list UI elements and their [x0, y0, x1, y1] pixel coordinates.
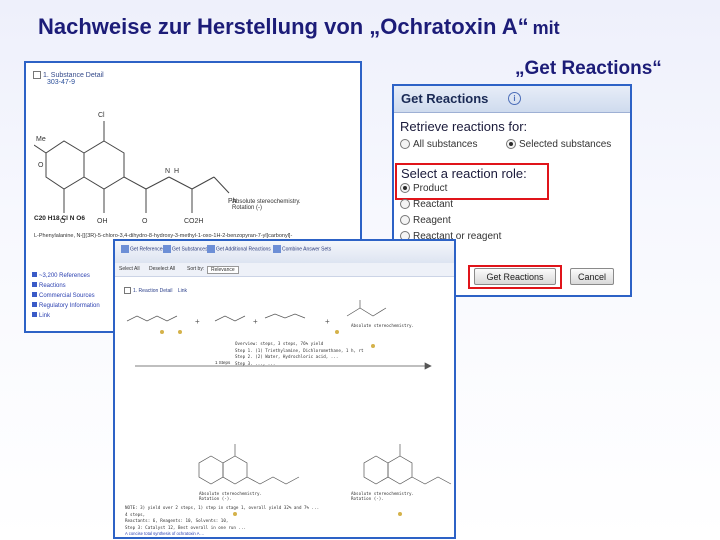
- substance-rotation-label: Rotation (-): [232, 205, 263, 211]
- atom-me: Me: [36, 136, 46, 143]
- cancel-button[interactable]: Cancel: [570, 268, 614, 285]
- atom-h: H: [174, 168, 179, 175]
- substance-heading-text[interactable]: 1. Substance Detail: [43, 72, 104, 79]
- get-substances-button[interactable]: Get Substances: [163, 245, 208, 253]
- radio-reagent-button[interactable]: [400, 215, 410, 226]
- substance-links: ~3,200 References Reactions Commercial S…: [32, 269, 100, 319]
- reaction-note: NOTE: 3) yield over 2 steps, 1) step in …: [125, 505, 445, 531]
- additional-reactions-icon: [207, 245, 215, 253]
- info-icon[interactable]: i: [508, 92, 521, 105]
- reaction-reference: A concise total synthesis of ochratoxin …: [125, 531, 204, 537]
- slide-subtitle: „Get Reactions“: [515, 58, 662, 79]
- reactions-icon: [32, 282, 37, 287]
- get-substances-label: Get Substances: [172, 246, 208, 253]
- regulatory-information-link[interactable]: Regulatory Information: [32, 302, 100, 309]
- sort-select[interactable]: Relevance: [207, 266, 239, 274]
- get-references-button[interactable]: Get References: [121, 245, 165, 253]
- reaction-detail-link[interactable]: Link: [178, 288, 187, 294]
- reaction-filter-bar: Select All Deselect All Sort by: Relevan…: [115, 263, 454, 277]
- ochratoxin-structure-image: Cl Me O O OH O N H CO2H Ph: [34, 112, 237, 225]
- regulatory-information-link-label: Regulatory Information: [39, 303, 100, 309]
- link-icon: [32, 312, 37, 317]
- atom-oh: OH: [97, 218, 108, 225]
- combine-answer-sets-label: Combine Answer Sets: [282, 246, 332, 253]
- get-additional-reactions-button[interactable]: Get Additional Reactions: [207, 245, 271, 253]
- commercial-sources-link-label: Commercial Sources: [39, 293, 95, 299]
- substance-stereo: Absolute stereochemistry. Rotation (-): [232, 199, 301, 211]
- reactant-marker-icon: [160, 330, 164, 334]
- retrieve-label: Retrieve reactions for:: [400, 119, 528, 134]
- rotation-bottom-right-label: Rotation (-).: [351, 496, 384, 501]
- plus-sign: +: [253, 317, 258, 326]
- get-additional-reactions-label: Get Additional Reactions: [216, 246, 271, 253]
- slide-title: Nachweise zur Herstellung von „Ochratoxi…: [38, 14, 718, 40]
- atom-cl: Cl: [98, 112, 105, 119]
- link-link-label: Link: [39, 313, 51, 319]
- radio-reagent[interactable]: Reagent: [400, 215, 451, 226]
- substance-formula: C20 H18 Cl N O6: [34, 215, 85, 222]
- references-icon: [121, 245, 129, 253]
- deselect-all-link[interactable]: Deselect All: [149, 266, 175, 272]
- registry-number[interactable]: 303-47-9: [47, 79, 104, 86]
- atom-o-ring: O: [38, 162, 44, 169]
- role-label: Select a reaction role:: [401, 166, 527, 181]
- radio-reactant-label: Reactant: [413, 199, 454, 210]
- reactions-link[interactable]: Reactions: [32, 282, 100, 289]
- commercial-sources-icon: [32, 292, 37, 297]
- atom-n: N: [165, 168, 170, 175]
- reaction-toolbar: Get References Get Substances Get Additi…: [115, 241, 454, 264]
- reactant-marker-icon: [178, 330, 182, 334]
- plus-sign: +: [325, 317, 330, 326]
- radio-product-button[interactable]: [400, 183, 410, 194]
- reaction-stereo-bottom-left: Absolute stereochemistry. Rotation (-).: [199, 491, 262, 501]
- commercial-sources-link[interactable]: Commercial Sources: [32, 292, 100, 299]
- radio-all-substances[interactable]: All substances: [400, 139, 477, 150]
- reaction-stereo-right: Absolute stereochemistry.: [351, 323, 415, 328]
- combine-icon: [273, 245, 281, 253]
- get-references-label: Get References: [130, 246, 166, 253]
- dialog-title: Get Reactions: [401, 91, 489, 106]
- plus-sign: +: [195, 317, 200, 326]
- select-all-link[interactable]: Select All: [119, 266, 140, 272]
- reaction-checkbox[interactable]: [124, 287, 131, 294]
- substance-checkbox[interactable]: [33, 71, 41, 79]
- reaction-conditions: Overview: steps, 3 steps, 76% yield Step…: [235, 341, 435, 367]
- reactant-marker-icon: [335, 330, 339, 334]
- get-reactions-button[interactable]: Get Reactions: [474, 268, 556, 285]
- substances-icon: [163, 245, 171, 253]
- link-link[interactable]: Link: [32, 312, 100, 319]
- radio-selected-substances-label: Selected substances: [519, 139, 612, 150]
- radio-reagent-label: Reagent: [413, 215, 451, 226]
- step-label: 1 Steps: [215, 360, 231, 365]
- radio-selected-substances-button[interactable]: [506, 139, 516, 150]
- atom-co2h: CO2H: [184, 218, 203, 225]
- reaction-detail-panel: Get References Get Substances Get Additi…: [113, 239, 456, 539]
- radio-selected-substances[interactable]: Selected substances: [506, 139, 611, 150]
- reaction-detail-title[interactable]: 1. Reaction Detail: [133, 288, 172, 294]
- reaction-detail-heading: 1. Reaction Detail Link: [124, 287, 187, 294]
- slide-title-text: Nachweise zur Herstellung von „Ochratoxi…: [38, 14, 529, 39]
- combine-answer-sets-button[interactable]: Combine Answer Sets: [273, 245, 331, 253]
- atom-o-amide: O: [142, 218, 148, 225]
- radio-product-label: Product: [413, 183, 448, 194]
- condition-line: Step 3. ..., ...: [235, 360, 276, 366]
- references-icon: [32, 272, 37, 277]
- rotation-bottom-left-label: Rotation (-).: [199, 496, 232, 501]
- regulatory-information-icon: [32, 302, 37, 307]
- reference-title-link[interactable]: A concise total synthesis of ochratoxin …: [125, 531, 204, 537]
- slide-title-suffix: mit: [532, 18, 560, 38]
- radio-all-substances-label: All substances: [413, 139, 478, 150]
- dialog-titlebar: Get Reactions i: [394, 86, 630, 113]
- sort-label: Sort by:: [187, 266, 205, 272]
- references-link-label: ~3,200 References: [39, 273, 90, 279]
- references-link[interactable]: ~3,200 References: [32, 272, 100, 279]
- radio-reactant-button[interactable]: [400, 199, 410, 210]
- radio-product[interactable]: Product: [400, 183, 447, 194]
- reactions-link-label: Reactions: [39, 283, 66, 289]
- radio-reactant[interactable]: Reactant: [400, 199, 453, 210]
- radio-all-substances-button[interactable]: [400, 139, 410, 150]
- reaction-stereo-bottom-right: Absolute stereochemistry. Rotation (-).: [351, 491, 414, 501]
- substance-heading: 1. Substance Detail 303-47-9: [33, 71, 104, 86]
